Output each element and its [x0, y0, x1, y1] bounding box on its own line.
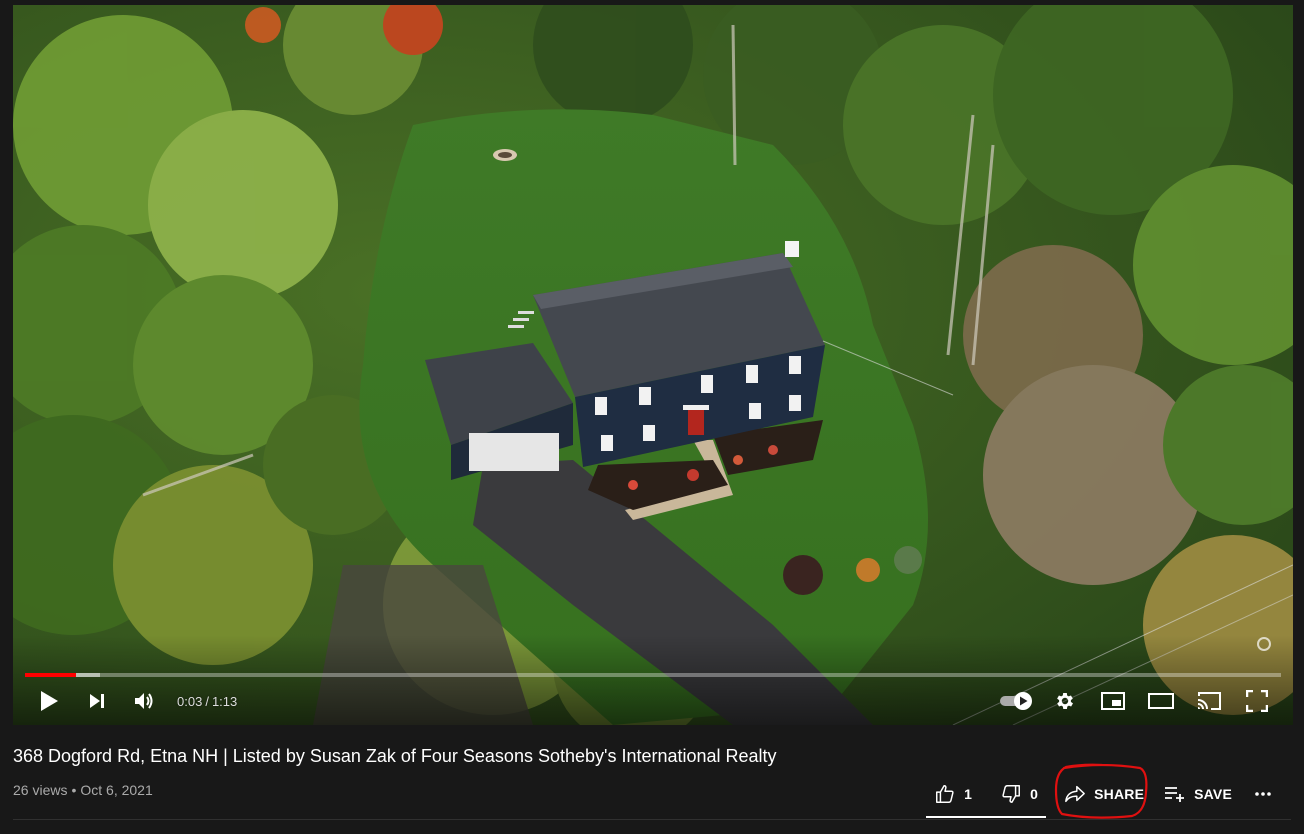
time-separator: / [205, 693, 209, 709]
left-controls: 0:03/1:13 [25, 683, 237, 719]
miniplayer-icon [1101, 692, 1125, 710]
like-button[interactable]: 1 [926, 774, 980, 814]
playlist-add-icon [1165, 787, 1185, 802]
like-count: 1 [964, 786, 973, 802]
next-button[interactable] [73, 683, 121, 719]
autoplay-toggle-icon [1000, 692, 1032, 710]
fullscreen-icon [1246, 690, 1268, 712]
meta-dot: • [71, 782, 77, 798]
theater-icon [1148, 693, 1174, 709]
next-icon [90, 694, 104, 708]
view-count: 26 views [13, 782, 68, 798]
time-current: 0:03 [177, 693, 203, 709]
progress-bar[interactable] [25, 673, 1281, 677]
right-controls [993, 683, 1281, 719]
fullscreen-button[interactable] [1233, 683, 1281, 719]
section-divider [13, 819, 1291, 820]
more-actions-button[interactable] [1240, 774, 1286, 814]
sentiment-bar [926, 816, 1047, 818]
more-horizontal-icon [1255, 792, 1271, 796]
gear-icon [1057, 693, 1073, 709]
settings-button[interactable] [1041, 683, 1089, 719]
dislike-button[interactable]: 0 [992, 774, 1046, 814]
autoplay-toggle[interactable] [993, 683, 1041, 719]
progress-played [25, 673, 77, 677]
cast-icon [1197, 692, 1221, 710]
volume-button[interactable] [121, 683, 169, 719]
video-title: 368 Dogford Rd, Etna NH | Listed by Susa… [13, 746, 777, 766]
time-total: 1:13 [211, 693, 238, 709]
like-dislike-group: 1 0 [926, 774, 1047, 818]
volume-icon [135, 693, 153, 709]
save-label: SAVE [1194, 786, 1232, 802]
save-button[interactable]: SAVE [1156, 774, 1240, 814]
time-display: 0:03/1:13 [177, 694, 237, 709]
video-actions: 1 0 SHARE SAVE [926, 763, 1286, 819]
thumbs-down-icon [1002, 785, 1021, 803]
share-arrow-icon [1065, 785, 1085, 803]
share-button[interactable]: SHARE [1056, 774, 1152, 814]
channel-watermark-icon[interactable] [1257, 637, 1271, 651]
upload-date: Oct 6, 2021 [80, 782, 153, 798]
play-icon [41, 691, 58, 711]
share-wrapper: SHARE [1054, 763, 1152, 819]
video-player[interactable]: 0:03/1:13 [13, 5, 1293, 725]
share-label: SHARE [1094, 786, 1145, 802]
thumbs-up-icon [936, 785, 954, 803]
dislike-count: 0 [1030, 786, 1039, 802]
video-frame [13, 5, 1293, 725]
theater-mode-button[interactable] [1137, 683, 1185, 719]
cast-button[interactable] [1185, 683, 1233, 719]
play-button[interactable] [25, 683, 73, 719]
miniplayer-button[interactable] [1089, 683, 1137, 719]
video-meta: 26 views • Oct 6, 2021 [13, 782, 153, 798]
